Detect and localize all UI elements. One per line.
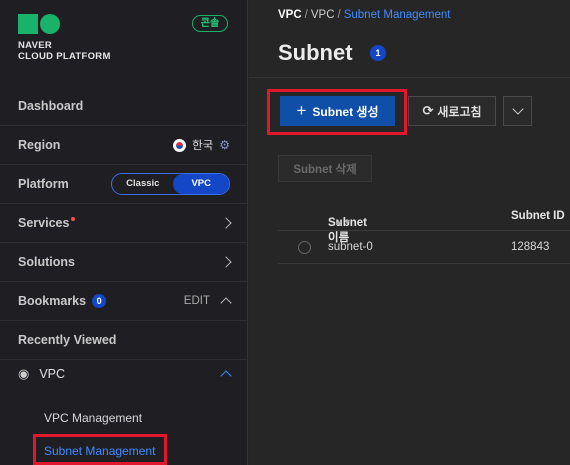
- sidebar-item-label: VPC: [39, 366, 66, 381]
- sidebar-item-label: Dashboard: [18, 99, 84, 113]
- highlight-box-create-subnet: [267, 89, 407, 135]
- bookmarks-count-badge: 0: [92, 294, 107, 308]
- header-divider: [249, 77, 570, 78]
- chevron-up-icon[interactable]: [220, 297, 232, 309]
- platform-option-classic[interactable]: Classic: [112, 174, 173, 194]
- sidebar-item-label: Solutions: [18, 255, 75, 269]
- refresh-label: 새로고침: [437, 104, 482, 119]
- logo-line2: CLOUD PLATFORM: [18, 51, 111, 62]
- subnet-count-badge: 1: [370, 45, 386, 61]
- logo-mark-icon: [18, 14, 111, 34]
- delete-subnet-button[interactable]: Subnet 삭제: [278, 155, 372, 182]
- region-settings-icon[interactable]: ⚙: [219, 138, 230, 152]
- main-content: VPC / VPC / Subnet Management Subnet 1 + Sub…: [249, 0, 570, 465]
- refresh-icon: ⟳: [422, 103, 434, 118]
- sidebar-item-dashboard[interactable]: Dashboard: [0, 87, 248, 126]
- region-value: 한국: [192, 140, 214, 152]
- chevron-up-icon: [220, 369, 232, 382]
- new-indicator-dot: [71, 217, 76, 221]
- breadcrumb-root[interactable]: VPC: [278, 9, 302, 21]
- table-row[interactable]: subnet-0 128843: [278, 232, 570, 264]
- sort-icon[interactable]: ▲▼: [334, 217, 352, 227]
- row-select-radio[interactable]: [298, 241, 311, 254]
- region-label: Region: [18, 138, 61, 152]
- sidebar-item-solutions[interactable]: Solutions: [0, 243, 248, 282]
- page-title: Subnet: [278, 40, 353, 65]
- column-header-subnet-id[interactable]: Subnet ID: [511, 210, 565, 222]
- table-header: Subnet 이름 ▲▼ Subnet ID: [278, 203, 570, 244]
- chevron-down-icon: [511, 103, 524, 115]
- breadcrumb-current: Subnet Management: [343, 9, 451, 21]
- sidebar-item-label: Services: [18, 216, 70, 230]
- breadcrumb-mid[interactable]: VPC: [311, 9, 335, 21]
- chevron-right-icon: [220, 256, 232, 268]
- sidebar-item-region[interactable]: Region 한국 ⚙: [0, 126, 248, 165]
- vpc-icon: ◉: [18, 365, 30, 381]
- subnet-id-cell: 128843: [511, 241, 550, 253]
- refresh-button[interactable]: ⟳ 새로고침: [408, 96, 496, 126]
- bookmarks-edit-link[interactable]: EDIT: [184, 295, 210, 307]
- console-badge[interactable]: 콘솔: [192, 15, 228, 32]
- platform-toggle[interactable]: Classic VPC: [111, 173, 230, 195]
- sidebar-item-label: Recently Viewed: [18, 333, 117, 347]
- naver-cloud-logo[interactable]: NAVER CLOUD PLATFORM: [18, 14, 111, 62]
- highlight-box-subnet-management: [33, 434, 167, 465]
- platform-option-vpc[interactable]: VPC: [173, 174, 229, 194]
- sidebar-item-vpc[interactable]: ◉ VPC: [0, 354, 248, 393]
- more-dropdown-button[interactable]: [503, 96, 532, 126]
- chevron-right-icon: [220, 217, 232, 229]
- korea-flag-icon: [173, 138, 187, 152]
- sidebar: NAVER CLOUD PLATFORM 콘솔 Dashboard Region…: [0, 0, 248, 465]
- sidebar-item-services[interactable]: Services: [0, 204, 248, 243]
- platform-label: Platform: [18, 177, 69, 191]
- logo-line1: NAVER: [18, 40, 53, 51]
- sidebar-item-label: Bookmarks: [18, 294, 87, 308]
- sidebar-item-platform: Platform Classic VPC: [0, 165, 248, 204]
- sidebar-subitem-vpc-management[interactable]: VPC Management: [44, 411, 142, 425]
- breadcrumb: VPC / VPC / Subnet Management: [278, 9, 451, 21]
- subnet-name-cell: subnet-0: [328, 241, 373, 253]
- sidebar-item-bookmarks[interactable]: Bookmarks 0 EDIT: [0, 282, 248, 321]
